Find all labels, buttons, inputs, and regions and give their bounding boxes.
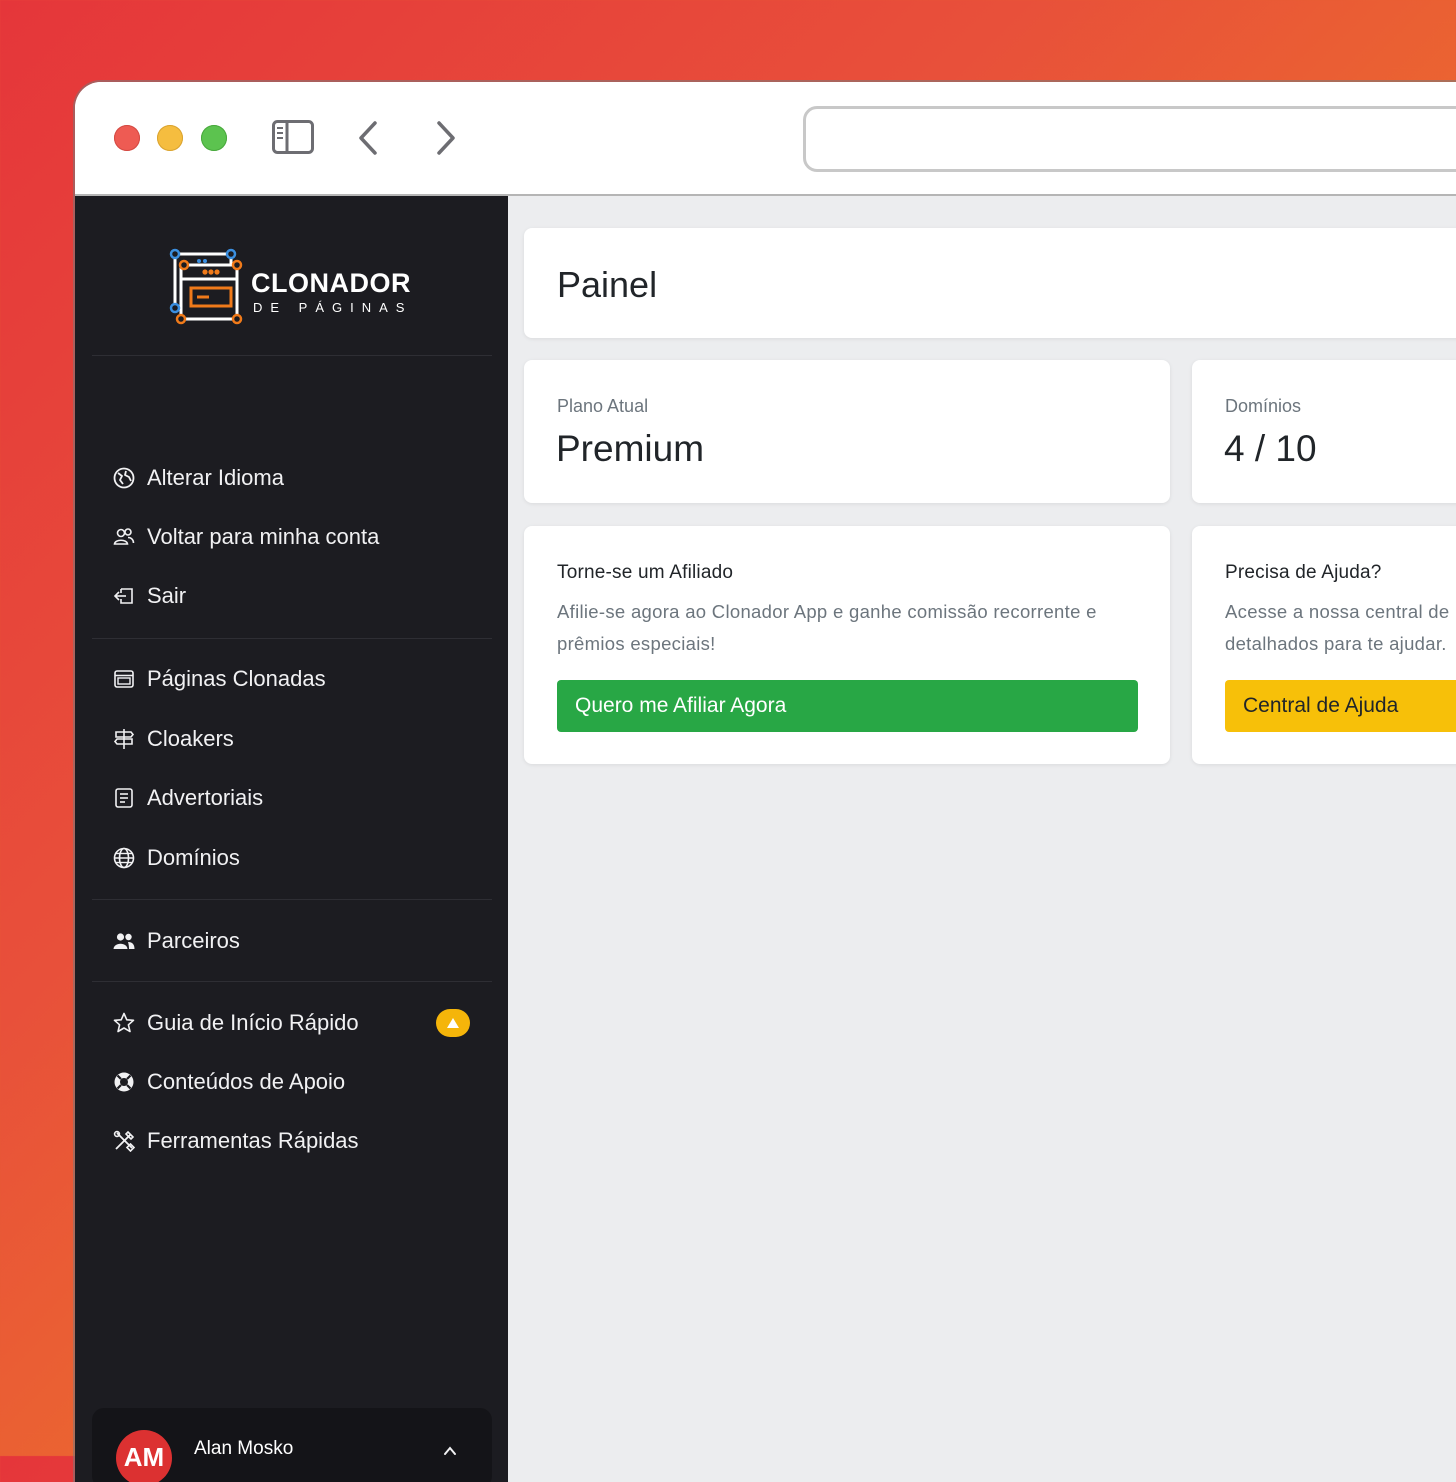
help-card: Precisa de Ajuda? Acesse a nossa central… [1192,526,1456,764]
chevron-up-icon[interactable] [442,1444,458,1456]
pages-icon [113,668,135,690]
address-bar[interactable] [803,106,1456,172]
help-text-line: detalhados para te ajudar. [1225,633,1447,654]
browser-toolbar [75,82,1456,196]
sidebar-item-paginas-clonadas[interactable]: Páginas Clonadas [113,659,326,699]
zoom-window-button[interactable] [201,125,227,151]
sidebar-item-label: Cloakers [147,726,234,751]
help-center-button[interactable]: Central de Ajuda [1225,680,1456,732]
affiliate-button[interactable]: Quero me Afiliar Agora [557,680,1138,732]
plan-value: Premium [556,428,705,469]
user-menu[interactable]: AM Alan Mosko [92,1408,492,1482]
back-icon[interactable] [357,120,379,156]
page-header-card: Painel [524,228,1456,338]
domains-label: Domínios [1225,396,1302,416]
logout-icon [113,585,135,607]
domains-card: Domínios 4 / 10 [1192,360,1456,503]
sidebar-item-label: Conteúdos de Apoio [147,1069,346,1094]
affiliate-text: Afilie-se agora ao Clonador App e ganhe … [557,596,1097,660]
plan-label: Plano Atual [557,396,649,416]
brand-logo[interactable]: CLONADOR DE PÁGINAS [169,248,429,328]
globe-icon [113,467,135,489]
sidebar-divider [92,981,492,982]
affiliate-text-line: prêmios especiais! [557,633,716,654]
sidebar-item-alterar-idioma[interactable]: Alterar Idioma [113,458,284,498]
forward-icon[interactable] [435,120,457,156]
sidebar-item-label: Voltar para minha conta [147,524,380,549]
sidebar-item-ferramentas-rapidas[interactable]: Ferramentas Rápidas [113,1121,359,1161]
close-window-button[interactable] [114,125,140,151]
sidebar-divider [92,355,492,356]
help-text-line: Acesse a nossa central de [1225,601,1450,622]
lifebuoy-icon [113,1071,135,1093]
sidebar-item-label: Sair [147,583,187,608]
sidebar-item-sair[interactable]: Sair [113,576,186,616]
sidebar-item-label: Guia de Início Rápido [147,1010,359,1035]
page-title: Painel [557,264,658,305]
help-text: Acesse a nossa central de detalhados par… [1225,596,1450,660]
users-icon [113,526,135,548]
affiliate-card: Torne-se um Afiliado Afilie-se agora ao … [524,526,1170,764]
sidebar-item-label: Páginas Clonadas [147,666,326,691]
world-icon [113,847,135,869]
domains-value: 4 / 10 [1224,428,1317,469]
sidebar-item-cloakers[interactable]: Cloakers [113,719,234,759]
brand-tagline: DE PÁGINAS [253,300,413,315]
sidebar-toggle-icon[interactable] [272,120,314,154]
document-icon [113,787,135,809]
sidebar-item-label: Parceiros [147,928,240,953]
sidebar-divider [92,899,492,900]
warning-badge [436,1009,470,1037]
sidebar-item-dominios[interactable]: Domínios [113,838,240,878]
brand-name: CLONADOR [251,268,411,298]
affiliate-title: Torne-se um Afiliado [557,562,734,583]
people-icon [113,930,135,952]
logo-icon [169,248,243,325]
sidebar-item-label: Alterar Idioma [147,465,284,490]
sidebar-item-conteudos-apoio[interactable]: Conteúdos de Apoio [113,1062,345,1102]
help-title: Precisa de Ajuda? [1225,562,1382,583]
signpost-icon [113,728,135,750]
sidebar-item-parceiros[interactable]: Parceiros [113,921,240,961]
main-content: Painel Plano Atual Premium Domínios 4 / … [508,196,1456,1482]
tools-icon [113,1130,135,1152]
sidebar-item-advertoriais[interactable]: Advertoriais [113,778,263,818]
star-icon [113,1012,135,1034]
sidebar-item-voltar-conta[interactable]: Voltar para minha conta [113,517,379,557]
user-name: Alan Mosko [194,1438,294,1459]
sidebar-item-label: Advertoriais [147,785,264,810]
avatar: AM [116,1430,172,1482]
browser-window: CLONADOR DE PÁGINAS Alterar Idioma Volta… [75,82,1456,1482]
warning-icon [447,1018,459,1028]
sidebar: CLONADOR DE PÁGINAS Alterar Idioma Volta… [75,196,508,1482]
sidebar-item-guia-inicio-rapido[interactable]: Guia de Início Rápido [113,1003,359,1043]
sidebar-item-label: Ferramentas Rápidas [147,1128,359,1153]
plan-card: Plano Atual Premium [524,360,1170,503]
sidebar-divider [92,638,492,639]
sidebar-item-label: Domínios [147,845,240,870]
affiliate-text-line: Afilie-se agora ao Clonador App e ganhe … [557,601,1097,622]
minimize-window-button[interactable] [157,125,183,151]
